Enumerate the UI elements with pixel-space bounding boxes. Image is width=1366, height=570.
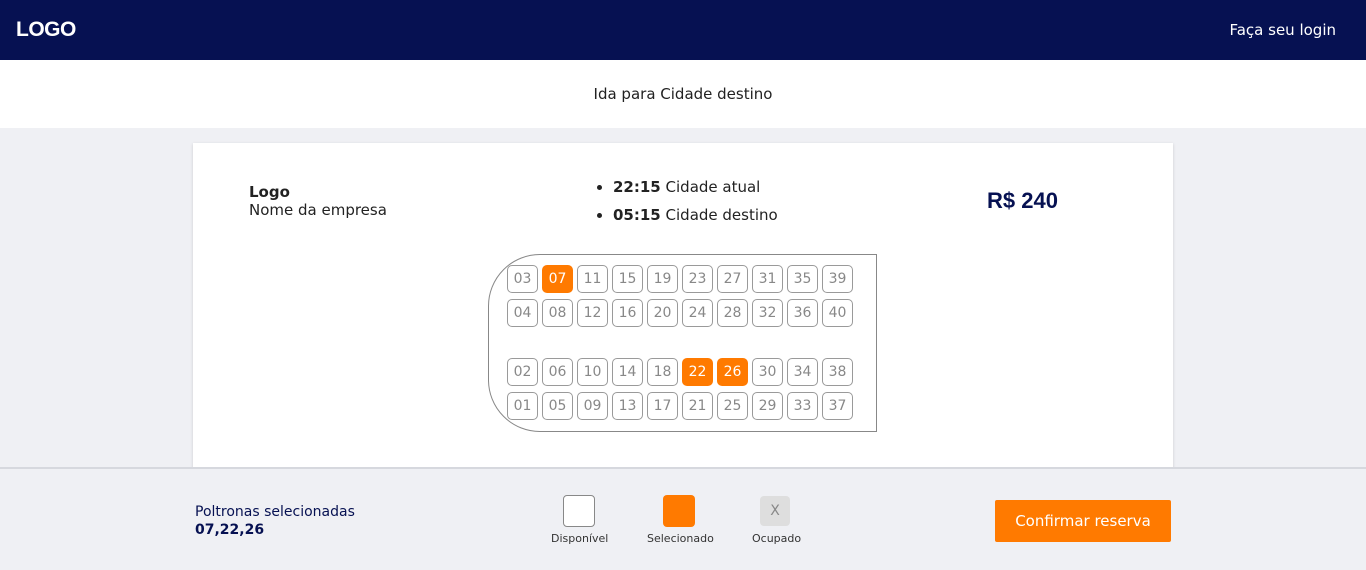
top-navbar: LOGO Faça seu login — [0, 0, 1366, 60]
seat-26[interactable]: 26 — [717, 358, 748, 386]
legend-selected-swatch — [663, 495, 695, 527]
selected-seats-value: 07,22,26 — [195, 522, 265, 538]
login-link[interactable]: Faça seu login — [1229, 21, 1336, 39]
seat-20[interactable]: 20 — [647, 299, 678, 327]
seat-35[interactable]: 35 — [787, 265, 818, 293]
seat-34[interactable]: 34 — [787, 358, 818, 386]
seat-12[interactable]: 12 — [577, 299, 608, 327]
seat-27[interactable]: 27 — [717, 265, 748, 293]
company-logo: Logo — [249, 183, 290, 201]
seat-30[interactable]: 30 — [752, 358, 783, 386]
seat-33[interactable]: 33 — [787, 392, 818, 420]
legend-selected-label: Selecionado — [647, 532, 714, 545]
legend-available-label: Disponível — [551, 532, 609, 545]
route-header: Ida para Cidade destino — [0, 60, 1366, 128]
seat-14[interactable]: 14 — [612, 358, 643, 386]
seat-23[interactable]: 23 — [682, 265, 713, 293]
trip-card: Logo Nome da empresa 22:15 Cidade atual … — [193, 143, 1173, 483]
seat-11[interactable]: 11 — [577, 265, 608, 293]
seat-19[interactable]: 19 — [647, 265, 678, 293]
seat-39[interactable]: 39 — [822, 265, 853, 293]
seat-28[interactable]: 28 — [717, 299, 748, 327]
bus-seat-map: 03 07 11 15 19 23 27 31 35 39 04 08 12 16 20 24 28 32 36 40… — [488, 254, 877, 432]
departure-time: 22:15 — [613, 178, 661, 196]
booking-footer: Poltronas selecionadas 07,22,26 Disponív… — [0, 467, 1366, 570]
route-title: Ida para Cidade destino — [593, 85, 773, 103]
legend-available-swatch — [563, 495, 595, 527]
arrival-time: 05:15 — [613, 206, 661, 224]
seat-25[interactable]: 25 — [717, 392, 748, 420]
seat-02[interactable]: 02 — [507, 358, 538, 386]
departure-item: 22:15 Cidade atual — [613, 176, 778, 204]
seat-10[interactable]: 10 — [577, 358, 608, 386]
company-info: Logo Nome da empresa — [249, 183, 387, 219]
company-name: Nome da empresa — [249, 201, 387, 219]
arrival-item: 05:15 Cidade destino — [613, 204, 778, 232]
seat-15[interactable]: 15 — [612, 265, 643, 293]
seat-24[interactable]: 24 — [682, 299, 713, 327]
seat-18[interactable]: 18 — [647, 358, 678, 386]
seat-01[interactable]: 01 — [507, 392, 538, 420]
trip-schedule: 22:15 Cidade atual 05:15 Cidade destino — [595, 176, 778, 232]
trip-price: R$ 240 — [987, 188, 1058, 213]
seat-06[interactable]: 06 — [542, 358, 573, 386]
seat-40[interactable]: 40 — [822, 299, 853, 327]
seat-22[interactable]: 22 — [682, 358, 713, 386]
seat-05[interactable]: 05 — [542, 392, 573, 420]
seat-32[interactable]: 32 — [752, 299, 783, 327]
seat-07[interactable]: 07 — [542, 265, 573, 293]
seat-37[interactable]: 37 — [822, 392, 853, 420]
selected-seats-label: Poltronas selecionadas — [195, 504, 355, 520]
seat-31[interactable]: 31 — [752, 265, 783, 293]
seat-38[interactable]: 38 — [822, 358, 853, 386]
seat-16[interactable]: 16 — [612, 299, 643, 327]
seat-21[interactable]: 21 — [682, 392, 713, 420]
arrival-city: Cidade destino — [665, 206, 778, 224]
seat-36[interactable]: 36 — [787, 299, 818, 327]
seat-29[interactable]: 29 — [752, 392, 783, 420]
legend-occupied-label: Ocupado — [752, 532, 802, 545]
seat-17[interactable]: 17 — [647, 392, 678, 420]
departure-city: Cidade atual — [665, 178, 761, 196]
site-logo[interactable]: LOGO — [16, 18, 76, 42]
seat-08[interactable]: 08 — [542, 299, 573, 327]
seat-09[interactable]: 09 — [577, 392, 608, 420]
seat-13[interactable]: 13 — [612, 392, 643, 420]
confirm-reservation-button[interactable]: Confirmar reserva — [995, 500, 1171, 542]
seat-04[interactable]: 04 — [507, 299, 538, 327]
legend-occupied-swatch: X — [760, 496, 790, 526]
seat-03[interactable]: 03 — [507, 265, 538, 293]
